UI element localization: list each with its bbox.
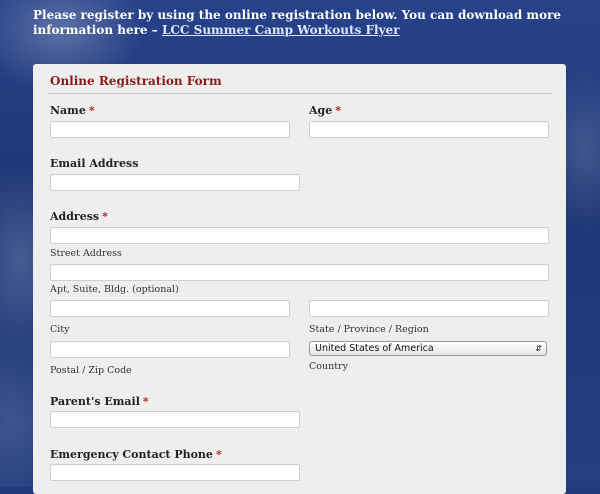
- apt-sublabel: Apt, Suite, Bldg. (optional): [50, 284, 179, 295]
- country-selected-value: United States of America: [315, 343, 434, 354]
- street-address-input[interactable]: [50, 227, 549, 244]
- flyer-link[interactable]: LCC Summer Camp Workouts Flyer: [162, 23, 400, 37]
- parent-email-label: Parent's Email *: [50, 395, 149, 408]
- age-label: Age *: [309, 104, 341, 117]
- email-input[interactable]: [50, 174, 300, 191]
- city-input[interactable]: [50, 300, 290, 317]
- required-asterisk: *: [88, 104, 95, 117]
- state-input[interactable]: [309, 300, 549, 317]
- name-input[interactable]: [50, 121, 290, 138]
- street-address-sublabel: Street Address: [50, 248, 122, 259]
- title-divider: [47, 93, 553, 94]
- name-label: Name *: [50, 104, 95, 117]
- country-sublabel: Country: [309, 361, 348, 372]
- address-label: Address *: [50, 210, 108, 223]
- zip-input[interactable]: [50, 341, 290, 358]
- city-sublabel: City: [50, 324, 70, 335]
- zip-sublabel: Postal / Zip Code: [50, 365, 132, 376]
- registration-form: Online Registration Form Name * Age * Emai…: [33, 64, 566, 494]
- required-asterisk: *: [102, 210, 108, 223]
- emergency-phone-label: Emergency Contact Phone *: [50, 448, 222, 461]
- required-asterisk: *: [335, 104, 341, 117]
- age-input[interactable]: [309, 121, 549, 138]
- state-sublabel: State / Province / Region: [309, 324, 429, 335]
- country-select[interactable]: United States of America ⇵: [309, 341, 547, 356]
- intro-text: Please register by using the online regi…: [33, 8, 568, 38]
- up-down-chevron-icon: ⇵: [535, 344, 542, 353]
- email-label: Email Address: [50, 157, 139, 170]
- parent-email-input[interactable]: [50, 411, 300, 428]
- apt-input[interactable]: [50, 264, 549, 281]
- form-title: Online Registration Form: [50, 74, 222, 88]
- emergency-phone-input[interactable]: [50, 464, 300, 481]
- required-asterisk: *: [215, 448, 222, 461]
- required-asterisk: *: [142, 395, 149, 408]
